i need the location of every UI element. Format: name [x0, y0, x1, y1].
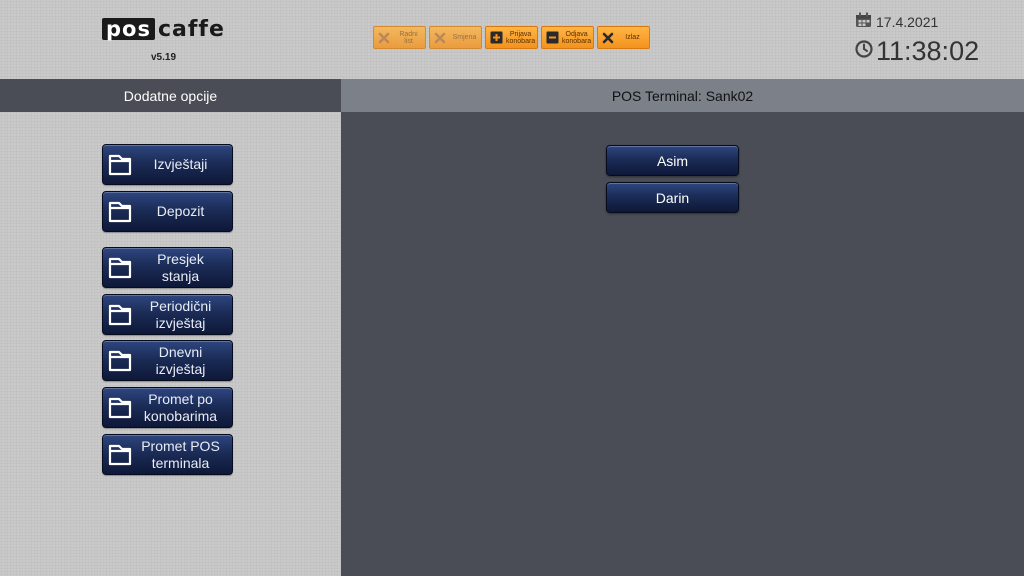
izvjestaji-label: Izvještaji [153, 156, 208, 172]
promet-po-konobarima-label: Promet po konobarima [143, 390, 218, 424]
presjek-stanja-label: Presjek stanja [157, 250, 204, 284]
promet-pos-terminala-label: Promet POS terminala [141, 437, 220, 471]
depozit-label: Depozit [156, 203, 205, 219]
time-row: 11:38:02 [855, 36, 979, 67]
date-text: 17.4.2021 [876, 14, 939, 30]
presjek-stanja-button[interactable]: Presjek stanja [102, 247, 233, 288]
periodicni-izvjestaj-button[interactable]: Periodični izvještaj [102, 294, 233, 335]
plus-icon [489, 31, 503, 45]
odjava-konobara-button[interactable]: Odjava konobara [541, 26, 594, 49]
document-icon [108, 397, 132, 418]
document-icon [108, 444, 132, 465]
document-icon [108, 154, 132, 175]
dnevni-izvjestaj-button[interactable]: Dnevni izvještaj [102, 340, 233, 381]
top-toolbar: Radni list Smjena Prijava konobara Odjav… [373, 26, 650, 49]
radni-list-button[interactable]: Radni list [373, 26, 426, 49]
date-row: 17.4.2021 [855, 12, 979, 32]
poscaffe-logo: pos caffe [102, 16, 225, 42]
minus-icon [545, 31, 559, 45]
version-label: v5.19 [151, 52, 177, 63]
waiter-button-darin[interactable]: Darin [606, 182, 739, 213]
smjena-label: Smjena [452, 34, 477, 41]
radni-list-label: Radni list [399, 30, 418, 45]
datetime-display: 17.4.2021 11:38:02 [855, 12, 979, 67]
promet-po-konobarima-button[interactable]: Promet po konobarima [102, 387, 233, 428]
app-header: pos caffe v5.19 Radni list Smjena Prijav… [0, 0, 1024, 78]
clock-icon [855, 40, 873, 63]
document-icon [108, 257, 132, 278]
time-text: 11:38:02 [876, 36, 980, 66]
x-icon [433, 31, 447, 45]
prijava-konobara-button[interactable]: Prijava konobara [485, 26, 538, 49]
logo-pos-text: pos [102, 18, 155, 40]
waiter-button-asim[interactable]: Asim [606, 145, 739, 176]
depozit-button[interactable]: Depozit [102, 191, 233, 232]
odjava-konobara-label: Odjava konobara [562, 30, 592, 45]
x-icon [377, 31, 391, 45]
periodicni-izvjestaj-label: Periodični izvještaj [149, 297, 212, 331]
terminal-title: POS Terminal: Sank02 [341, 79, 1024, 112]
logo-caffe-text: caffe [157, 16, 225, 42]
izvjestaji-button[interactable]: Izvještaji [102, 144, 233, 185]
izlaz-button[interactable]: Izlaz [597, 26, 650, 49]
document-icon [108, 350, 132, 371]
left-panel-title: Dodatne opcije [0, 79, 341, 112]
dnevni-izvjestaj-label: Dnevni izvještaj [155, 343, 206, 377]
document-icon [108, 304, 132, 325]
document-icon [108, 201, 132, 222]
promet-pos-terminala-button[interactable]: Promet POS terminala [102, 434, 233, 475]
x-icon [601, 31, 615, 45]
izlaz-label: Izlaz [625, 34, 640, 41]
calendar-icon [855, 12, 872, 33]
smjena-button[interactable]: Smjena [429, 26, 482, 49]
prijava-konobara-label: Prijava konobara [506, 30, 536, 45]
